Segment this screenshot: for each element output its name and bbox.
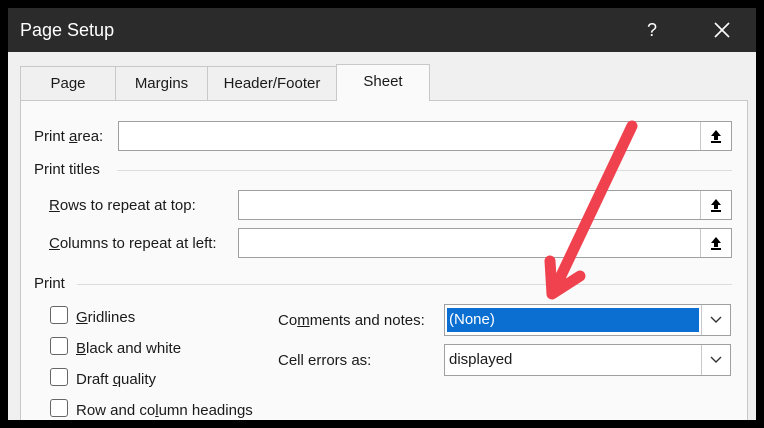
columns-collapse-button[interactable] [700, 229, 731, 257]
draft-quality-label[interactable]: Draft quality [76, 371, 156, 388]
rows-collapse-button[interactable] [700, 191, 731, 219]
cell-errors-value: displayed [449, 351, 513, 368]
print-heading: Print [34, 275, 65, 292]
window-title: Page Setup [20, 20, 115, 40]
gridlines-checkbox[interactable] [50, 306, 68, 324]
print-titles-heading: Print titles [34, 161, 100, 178]
print-area-collapse-button[interactable] [700, 122, 731, 150]
print-area-label: Print area: [34, 128, 104, 145]
black-and-white-checkbox[interactable] [50, 337, 68, 355]
sheet-tab-panel: Print area: Print titles Rows to repeat … [20, 100, 748, 420]
print-titles-divider [117, 170, 732, 171]
tab-margins[interactable]: Margins [115, 66, 208, 100]
chevron-down-icon[interactable] [701, 345, 730, 375]
print-divider [77, 284, 732, 285]
comments-notes-value: (None) [447, 308, 699, 332]
help-button[interactable]: ? [640, 18, 664, 42]
rows-to-repeat-field[interactable] [238, 190, 732, 220]
tab-page[interactable]: Page [20, 66, 116, 100]
page-setup-dialog: Page Setup ? Page Margins Header/Footer … [8, 8, 756, 420]
print-area-field[interactable] [118, 121, 732, 151]
black-and-white-label[interactable]: Black and white [76, 340, 181, 357]
columns-to-repeat-label: Columns to repeat at left: [49, 235, 217, 252]
upload-arrow-icon [711, 199, 721, 212]
upload-arrow-icon [711, 237, 721, 250]
draft-quality-checkbox[interactable] [50, 368, 68, 386]
gridlines-label[interactable]: Gridlines [76, 309, 135, 326]
comments-notes-select[interactable]: (None) [444, 304, 731, 336]
row-column-headings-checkbox[interactable] [50, 399, 68, 417]
tab-header-footer[interactable]: Header/Footer [207, 66, 337, 100]
row-column-headings-label[interactable]: Row and column headings [76, 402, 253, 419]
columns-to-repeat-field[interactable] [238, 228, 732, 258]
cell-errors-select[interactable]: displayed [444, 344, 731, 376]
tab-sheet[interactable]: Sheet [336, 64, 430, 101]
comments-notes-label: Comments and notes: [278, 312, 425, 329]
cell-errors-label: Cell errors as: [278, 352, 372, 369]
close-button[interactable] [708, 18, 736, 42]
upload-arrow-icon [711, 130, 721, 143]
close-icon [714, 22, 730, 38]
chevron-down-icon[interactable] [701, 305, 730, 335]
rows-to-repeat-label: Rows to repeat at top: [49, 197, 196, 214]
title-bar: Page Setup ? [8, 8, 756, 52]
